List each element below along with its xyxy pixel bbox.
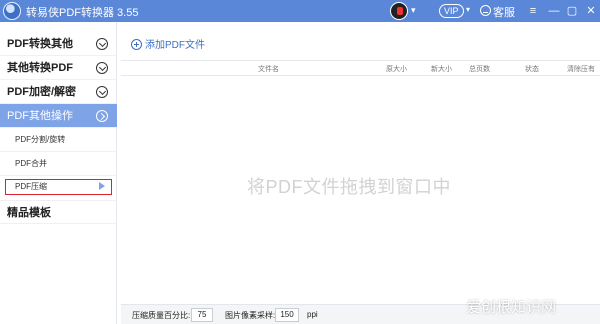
sidebar-item-label: PDF加密/解密 [7,86,77,98]
column-header-clear[interactable]: 清除压有 [567,64,595,74]
title-bar: 转易侠PDF转换器 3.55 ▾ VIP ▾ 客服 ≡ — ▢ ✕ [0,0,600,22]
sidebar-item-other-ops[interactable]: PDF其他操作 [0,104,117,128]
vip-caret-icon[interactable]: ▾ [466,5,470,14]
minimize-icon[interactable]: — [545,2,563,20]
sidebar-item-label: PDF其他操作 [7,110,73,122]
column-header-filename: 文件名 [258,66,279,73]
sub-item-split-rotate[interactable]: PDF分割/旋转 [0,128,117,152]
maximize-icon[interactable]: ▢ [563,2,581,20]
add-file-button[interactable]: 添加PDF文件 [131,36,205,51]
watermark: 爱创根知识网 [466,299,557,316]
column-header-original-size: 原大小 [386,66,407,73]
app-title: 转易侠PDF转换器 3.55 [26,7,139,19]
column-header-new-size: 新大小 [431,66,452,73]
dpi-unit: ppi [307,310,318,319]
chevron-down-icon [96,86,108,98]
sidebar: PDF转换其他 其他转换PDF PDF加密/解密 PDF其他操作 PDF分割/旋… [0,22,117,324]
support-icon[interactable] [480,5,491,16]
support-label[interactable]: 客服 [493,4,515,20]
vip-badge[interactable]: VIP [439,4,464,18]
sub-item-compress[interactable]: PDF压缩 [5,179,112,195]
arrow-right-icon [99,182,105,190]
file-table-header: 文件名 原大小 新大小 总页数 状态 清除压有 [121,60,600,76]
sidebar-item-label: 精品模板 [7,207,51,219]
sub-item-merge[interactable]: PDF合并 [0,152,117,176]
sidebar-item-other-to-pdf[interactable]: 其他转换PDF [0,56,117,80]
app-logo-icon [3,2,21,20]
dpi-input[interactable]: 150 [275,308,299,322]
dpi-label: 图片像素采样: [225,311,276,320]
sub-item-label: PDF合并 [15,159,47,168]
column-header-status: 状态 [525,66,539,73]
quality-input[interactable]: 75 [191,308,213,322]
plus-circle-icon [131,39,142,50]
sub-item-label: PDF压缩 [15,182,47,191]
sidebar-item-encrypt[interactable]: PDF加密/解密 [0,80,117,104]
add-file-label: 添加PDF文件 [145,40,205,51]
chevron-right-icon [96,110,108,122]
sidebar-item-label: PDF转换其他 [7,38,73,50]
sidebar-item-pdf-to-other[interactable]: PDF转换其他 [0,32,117,56]
quality-label: 压缩质量百分比: [132,311,191,320]
menu-icon[interactable]: ≡ [524,2,542,20]
sub-item-label: PDF分割/旋转 [15,135,66,144]
user-menu-caret-icon[interactable]: ▾ [411,5,416,16]
user-avatar-icon[interactable] [390,2,408,20]
chevron-down-icon [96,62,108,74]
drop-hint: 将PDF文件拖拽到窗口中 [247,177,451,197]
column-header-pages: 总页数 [469,66,490,73]
chevron-down-icon [96,38,108,50]
sidebar-item-label: 其他转换PDF [7,62,73,74]
close-icon[interactable]: ✕ [582,2,600,20]
sidebar-item-templates[interactable]: 精品模板 [0,200,117,224]
